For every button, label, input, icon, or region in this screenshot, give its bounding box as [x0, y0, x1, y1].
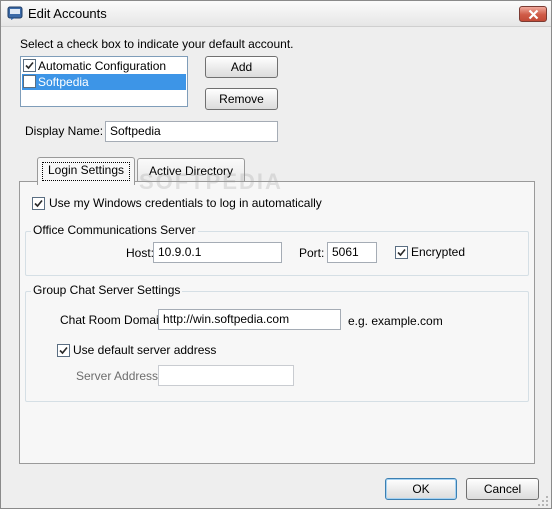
instructions-label: Select a check box to indicate your defa… — [20, 37, 294, 51]
checkmark-icon — [34, 199, 43, 208]
remove-button[interactable]: Remove — [205, 88, 278, 110]
edit-accounts-dialog: Edit Accounts Select a check box to indi… — [0, 0, 552, 509]
use-default-server-label: Use default server address — [73, 343, 217, 357]
close-icon — [528, 9, 539, 20]
title-bar[interactable]: Edit Accounts — [1, 1, 551, 27]
accounts-list[interactable]: Automatic Configuration Softpedia — [20, 56, 188, 107]
checkmark-icon — [25, 61, 34, 70]
watermark: SOFTPEDIA — [139, 169, 283, 194]
chat-room-domain-label: Chat Room Domain: — [60, 313, 169, 327]
account-checkbox[interactable] — [23, 75, 36, 88]
host-field[interactable]: 10.9.0.1 — [153, 242, 282, 263]
app-icon — [7, 6, 23, 21]
encrypted-checkbox[interactable] — [395, 246, 408, 259]
close-button[interactable] — [519, 6, 547, 22]
ocs-group-title: Office Communications Server — [31, 223, 198, 237]
focus-rectangle — [42, 162, 130, 181]
port-field[interactable]: 5061 — [327, 242, 377, 263]
add-button[interactable]: Add — [205, 56, 278, 78]
account-label: Automatic Configuration — [38, 59, 167, 73]
checkmark-icon — [59, 346, 68, 355]
account-item-automatic-configuration[interactable]: Automatic Configuration — [22, 58, 186, 74]
display-name-label: Display Name: — [25, 124, 104, 138]
port-label: Port: — [299, 246, 325, 260]
server-address-field[interactable] — [158, 365, 294, 386]
tab-login-settings[interactable]: Login Settings — [37, 157, 135, 185]
account-checkbox[interactable] — [23, 59, 36, 72]
use-default-server-checkbox[interactable] — [57, 344, 70, 357]
login-settings-panel: Use my Windows credentials to log in aut… — [19, 181, 535, 464]
windows-credentials-checkbox[interactable] — [32, 197, 45, 210]
window-title: Edit Accounts — [28, 6, 107, 21]
display-name-field[interactable]: Softpedia — [105, 121, 278, 142]
host-label: Host: — [126, 246, 155, 260]
account-item-softpedia[interactable]: Softpedia — [22, 74, 186, 90]
checkmark-icon — [397, 248, 406, 257]
account-label: Softpedia — [38, 75, 89, 89]
chat-room-domain-field[interactable]: http://win.softpedia.com — [158, 309, 341, 330]
windows-credentials-label: Use my Windows credentials to log in aut… — [49, 196, 322, 210]
group-chat-group-title: Group Chat Server Settings — [31, 283, 183, 297]
encrypted-label: Encrypted — [411, 245, 466, 259]
ok-button[interactable]: OK — [385, 478, 457, 500]
cancel-button[interactable]: Cancel — [466, 478, 539, 500]
domain-hint: e.g. example.com — [348, 314, 443, 328]
server-address-label: Server Address: — [76, 369, 162, 383]
resize-grip-icon[interactable] — [537, 495, 549, 507]
